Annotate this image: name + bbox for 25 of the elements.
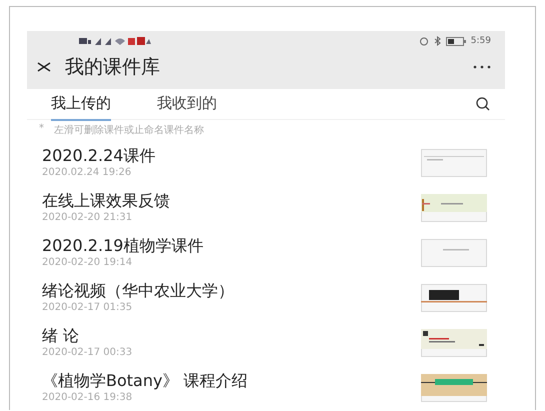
hint-mark: * [39,123,44,136]
battery-icon [446,36,466,46]
status-icons-drawing [79,36,151,46]
search-icon[interactable] [475,97,491,111]
courseware-title[interactable]: 《植物学Botany》 课程介绍 [42,370,248,391]
bluetooth-icon [434,36,441,46]
courseware-date: 2020-02-17 00:33 [42,346,132,360]
tab[interactable]: 我上传的 [51,88,111,120]
courseware-title[interactable]: 绪 论 [42,325,80,346]
courseware-title[interactable]: 2020.2.24课件 [42,145,156,166]
courseware-title[interactable]: 在线上课效果反馈 [42,190,170,211]
alarm-icon [418,36,429,46]
courseware-date: 2020-02-20 19:14 [42,256,132,270]
courseware-date: 2020-02-16 19:38 [42,391,132,405]
courseware-title[interactable]: 2020.2.19植物学课件 [42,235,204,256]
page-title: 我的课件库 [65,55,160,80]
clock-time: 5:59 [470,36,491,46]
courseware-date: 2020-02-17 01:35 [42,301,132,315]
courseware-date: 2020.02.24 19:26 [42,166,132,180]
more-icon[interactable] [473,65,491,69]
courseware-title[interactable]: 绪论视频（华中农业大学） [42,280,234,301]
tab[interactable]: 我收到的 [157,88,217,120]
courseware-date: 2020-02-20 21:31 [42,211,132,225]
close-icon[interactable] [37,62,51,72]
hint-text: 左滑可删除课件或止命名课件名称 [54,124,204,137]
